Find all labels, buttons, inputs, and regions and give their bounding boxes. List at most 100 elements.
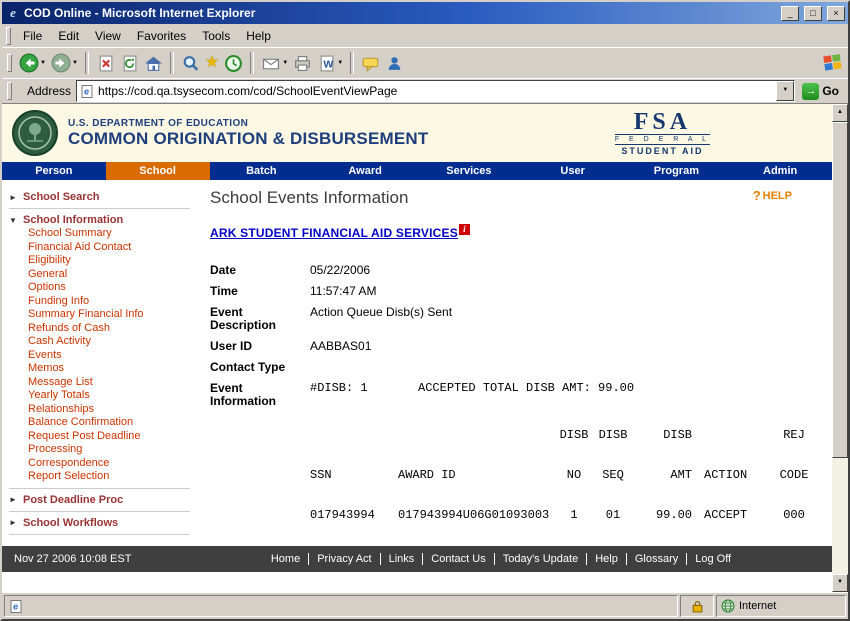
stop-button[interactable] [94,52,117,75]
nav-school[interactable]: School [106,162,210,180]
edit-dropdown-icon: ▼ [337,60,343,66]
chevron-right-icon: ► [9,518,18,527]
header-action: ACTION [692,468,770,508]
print-button[interactable] [291,52,314,75]
sidebar-item-balance-confirmation[interactable]: Balance Confirmation [2,416,202,430]
sidebar-item-cash-activity[interactable]: Cash Activity [2,335,202,349]
nav-program[interactable]: Program [625,162,729,180]
footer-link-links[interactable]: Links [380,553,423,565]
menu-edit[interactable]: Edit [50,26,87,46]
chevron-down-icon: ▼ [9,216,18,225]
address-input[interactable]: e https://cod.qa.tsysecom.com/cod/School… [76,80,795,102]
menu-file[interactable]: File [15,26,50,46]
search-button[interactable] [179,52,202,75]
info-icon[interactable]: i [459,224,470,235]
discuss-icon [361,54,380,73]
menu-tools[interactable]: Tools [194,26,238,46]
scroll-track[interactable] [832,122,848,574]
section-label: School Search [23,191,99,203]
footer-link-privacy-act[interactable]: Privacy Act [308,553,379,565]
sidebar-item-summary-financial-info[interactable]: Summary Financial Info [2,308,202,322]
nav-user[interactable]: User [521,162,625,180]
menu-bar: File Edit View Favorites Tools Help [2,24,848,48]
sidebar-item-yearly-totals[interactable]: Yearly Totals [2,389,202,403]
status-bar: e Internet [2,592,848,619]
sidebar-item-correspondence[interactable]: Correspondence [2,457,202,471]
footer-link-todays-update[interactable]: Today's Update [494,553,586,565]
address-dropdown-button[interactable]: ▼ [776,81,794,101]
discuss-button[interactable] [359,52,382,75]
nav-person[interactable]: Person [2,162,106,180]
sidebar-item-general[interactable]: General [2,268,202,282]
home-button[interactable] [142,52,165,75]
scroll-up-button[interactable]: ▲ [832,104,848,122]
footer-link-help[interactable]: Help [586,553,626,565]
header-blank [692,428,770,468]
title-bar: e COD Online - Microsoft Internet Explor… [2,2,848,24]
sidebar-section-school-workflows[interactable]: ► School Workflows [2,516,202,530]
address-url: https://cod.qa.tsysecom.com/cod/SchoolEv… [98,84,772,98]
footer-link-contact-us[interactable]: Contact Us [422,553,493,565]
status-text-panel: e [4,595,678,617]
sidebar-item-funding-info[interactable]: Funding Info [2,295,202,309]
sidebar-item-school-summary[interactable]: School Summary [2,227,202,241]
edit-button[interactable]: W ▼ [315,52,345,75]
menu-grip[interactable] [6,27,11,45]
minimize-button[interactable]: _ [781,6,799,21]
sidebar-item-processing[interactable]: Processing [2,443,202,457]
footer-link-log-off[interactable]: Log Off [686,553,739,565]
help-link[interactable]: ? HELP [753,188,792,203]
scroll-thumb[interactable] [832,122,848,458]
field-label-event-information: Event Information [210,382,310,408]
page-body: ► School Search ▼ School Information Sch… [2,180,832,546]
go-icon: → [802,83,819,100]
sidebar-item-events[interactable]: Events [2,349,202,363]
sidebar-item-report-selection[interactable]: Report Selection [2,470,202,484]
vertical-scrollbar[interactable]: ▲ ▼ [832,104,848,592]
nav-award[interactable]: Award [313,162,417,180]
sidebar-section-school-search[interactable]: ► School Search [2,190,202,204]
footer-link-home[interactable]: Home [263,553,308,565]
site-header: U.S. DEPARTMENT OF EDUCATION COMMON ORIG… [2,104,832,162]
favorites-star-icon: ★ [205,55,219,71]
cell-code: 000 [770,508,818,522]
back-button[interactable]: ▼ [17,51,48,75]
toolbar-separator [250,52,254,74]
menu-help[interactable]: Help [238,26,279,46]
toolbar-grip[interactable] [7,54,12,72]
mail-button[interactable]: ▼ [259,52,290,75]
forward-button[interactable]: ▼ [49,51,80,75]
sidebar-item-message-list[interactable]: Message List [2,376,202,390]
menu-view[interactable]: View [87,26,129,46]
sidebar-section-school-information[interactable]: ▼ School Information [2,213,202,227]
sidebar-item-financial-aid-contact[interactable]: Financial Aid Contact [2,241,202,255]
nav-admin[interactable]: Admin [728,162,832,180]
sidebar-item-relationships[interactable]: Relationships [2,403,202,417]
footer-link-glossary[interactable]: Glossary [626,553,686,565]
nav-batch[interactable]: Batch [210,162,314,180]
header-amt: AMT [634,468,692,508]
go-button[interactable]: → Go [800,83,845,100]
sidebar-item-refunds-of-cash[interactable]: Refunds of Cash [2,322,202,336]
header-no: NO [556,468,592,508]
favorites-button[interactable]: ★ [203,53,221,73]
school-name-link[interactable]: ARK STUDENT FINANCIAL AID SERVICES [210,226,458,240]
event-fields: Date 05/22/2006 Time 11:57:47 AM Event D… [210,264,822,408]
maximize-button[interactable]: □ [804,6,822,21]
refresh-button[interactable] [118,52,141,75]
sidebar-item-options[interactable]: Options [2,281,202,295]
address-grip[interactable] [7,82,12,100]
nav-services[interactable]: Services [417,162,521,180]
sidebar-item-request-post-deadline[interactable]: Request Post Deadline [2,430,202,444]
menu-favorites[interactable]: Favorites [129,26,194,46]
sidebar-item-memos[interactable]: Memos [2,362,202,376]
window-title: COD Online - Microsoft Internet Explorer [24,6,776,20]
messenger-button[interactable] [383,52,406,75]
sidebar-section-post-deadline-proc[interactable]: ► Post Deadline Proc [2,493,202,507]
scroll-down-button[interactable]: ▼ [832,574,848,592]
history-button[interactable] [222,52,245,75]
close-button[interactable]: × [827,6,845,21]
sidebar-item-eligibility[interactable]: Eligibility [2,254,202,268]
page-icon: e [80,84,94,99]
page-icon: e [9,599,23,614]
